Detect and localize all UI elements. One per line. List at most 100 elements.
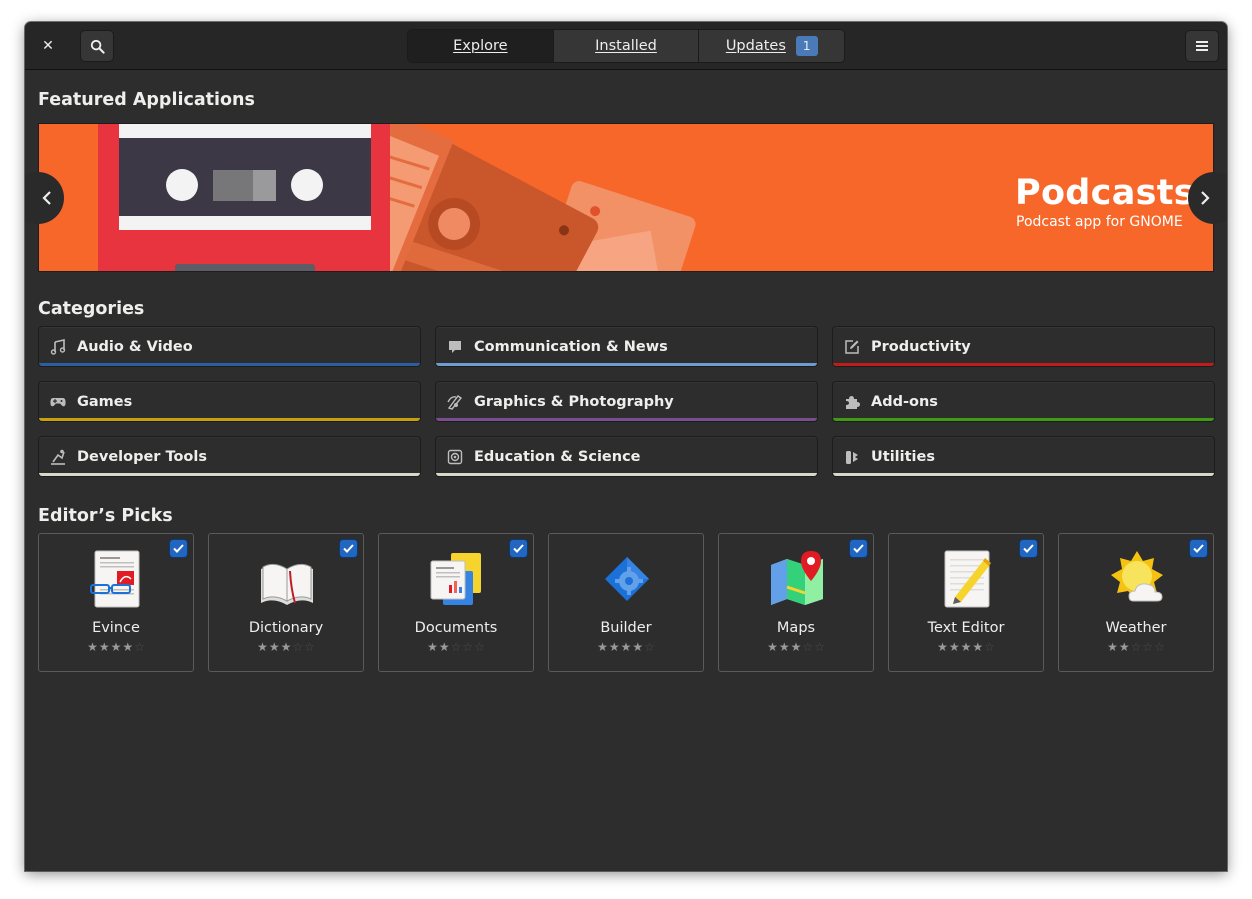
category-color-bar: [39, 363, 420, 366]
app-name: Dictionary: [248, 620, 324, 636]
software-window: ✕ Explore Installed Updates 1 Featured A…: [25, 22, 1227, 871]
category-education-science[interactable]: Education & Science: [435, 436, 818, 477]
app-name: Weather: [1105, 620, 1167, 636]
category-label: Audio & Video: [77, 338, 193, 355]
category-label: Add-ons: [871, 393, 938, 410]
star-filled-icon: ★: [937, 640, 948, 654]
education-icon: [446, 448, 464, 466]
close-button[interactable]: ✕: [31, 30, 65, 62]
star-filled-icon: ★: [1107, 640, 1118, 654]
app-tile-dictionary[interactable]: Dictionary ★ ★ ★ ☆ ☆: [208, 533, 364, 672]
rating-stars: ★ ★ ★ ★ ☆: [889, 640, 1043, 654]
dictionary-icon: [261, 563, 313, 605]
weather-icon: [1111, 551, 1163, 602]
star-filled-icon: ★: [767, 640, 778, 654]
category-color-bar: [436, 363, 817, 366]
tab-updates-label: Updates: [725, 38, 786, 54]
category-color-bar: [39, 473, 420, 476]
main-menu-button[interactable]: [1185, 30, 1219, 62]
star-filled-icon: ★: [110, 640, 122, 654]
star-filled-icon: ★: [87, 640, 98, 654]
app-tile-weather[interactable]: Weather ★ ★ ☆ ☆ ☆: [1058, 533, 1214, 672]
star-filled-icon: ★: [427, 640, 438, 654]
star-filled-icon: ★: [268, 640, 280, 654]
category-color-bar: [39, 418, 420, 421]
category-color-bar: [833, 418, 1214, 421]
category-productivity[interactable]: Productivity: [832, 326, 1215, 367]
star-empty-icon: ☆: [1154, 640, 1165, 654]
featured-banner[interactable]: Podcasts Podcast app for GNOME: [38, 123, 1214, 272]
star-filled-icon: ★: [790, 640, 802, 654]
category-add-ons[interactable]: Add-ons: [832, 381, 1215, 422]
category-graphics-photography[interactable]: Graphics & Photography: [435, 381, 818, 422]
star-empty-icon: ☆: [134, 640, 145, 654]
checkmark-icon: [1193, 544, 1204, 553]
hamburger-menu-icon: [1196, 41, 1208, 51]
palette-icon: [446, 393, 464, 411]
category-label: Developer Tools: [77, 448, 207, 465]
installed-checkbox: [1190, 540, 1207, 557]
category-label: Communication & News: [474, 338, 668, 355]
star-empty-icon: ☆: [644, 640, 655, 654]
star-empty-icon: ☆: [450, 640, 462, 654]
category-communication-news[interactable]: Communication & News: [435, 326, 818, 367]
checkmark-icon: [853, 544, 864, 553]
category-developer-tools[interactable]: Developer Tools: [38, 436, 421, 477]
installed-checkbox: [850, 540, 867, 557]
rating-stars: ★ ★ ☆ ☆ ☆: [379, 640, 533, 654]
rating-stars: ★ ★ ☆ ☆ ☆: [1059, 640, 1213, 654]
category-games[interactable]: Games: [38, 381, 421, 422]
rating-stars: ★ ★ ★ ★ ☆: [39, 640, 193, 654]
star-filled-icon: ★: [98, 640, 110, 654]
tab-updates[interactable]: Updates 1: [699, 30, 844, 62]
maps-icon: [771, 551, 823, 605]
star-filled-icon: ★: [608, 640, 620, 654]
categories-section-title: Categories: [38, 299, 145, 319]
chat-bubble-icon: [446, 338, 464, 356]
app-tile-evince[interactable]: Evince ★ ★ ★ ★ ☆: [38, 533, 194, 672]
puzzle-piece-icon: [843, 393, 861, 411]
star-filled-icon: ★: [972, 640, 984, 654]
close-icon: ✕: [42, 38, 54, 54]
checkmark-icon: [1023, 544, 1034, 553]
app-tile-maps[interactable]: Maps ★ ★ ★ ☆ ☆: [718, 533, 874, 672]
category-utilities[interactable]: Utilities: [832, 436, 1215, 477]
category-label: Education & Science: [474, 448, 641, 465]
app-name: Evince: [92, 620, 140, 636]
search-button[interactable]: [80, 30, 114, 62]
rating-stars: ★ ★ ★ ☆ ☆: [719, 640, 873, 654]
checkmark-icon: [343, 544, 354, 553]
installed-checkbox: [510, 540, 527, 557]
tab-installed-label: Installed: [595, 38, 657, 54]
star-empty-icon: ☆: [474, 640, 485, 654]
star-empty-icon: ☆: [984, 640, 995, 654]
star-empty-icon: ☆: [304, 640, 315, 654]
app-tile-text-editor[interactable]: Text Editor ★ ★ ★ ★ ☆: [888, 533, 1044, 672]
star-filled-icon: ★: [632, 640, 644, 654]
builder-icon: [605, 557, 649, 601]
app-name: Text Editor: [927, 620, 1005, 636]
updates-count-badge: 1: [795, 36, 818, 56]
star-filled-icon: ★: [438, 640, 450, 654]
category-label: Games: [77, 393, 133, 410]
category-label: Utilities: [871, 448, 935, 465]
app-tile-builder[interactable]: Builder ★ ★ ★ ★ ☆: [548, 533, 704, 672]
featured-app-subtitle: Podcast app for GNOME: [1016, 214, 1183, 230]
category-audio-video[interactable]: Audio & Video: [38, 326, 421, 367]
star-empty-icon: ☆: [292, 640, 304, 654]
header-bar: ✕ Explore Installed Updates 1: [25, 22, 1227, 70]
app-name: Builder: [600, 620, 652, 636]
chevron-right-icon: [1201, 191, 1210, 205]
star-filled-icon: ★: [778, 640, 790, 654]
star-empty-icon: ☆: [1130, 640, 1142, 654]
star-empty-icon: ☆: [802, 640, 814, 654]
utilities-icon: [843, 448, 861, 466]
star-filled-icon: ★: [122, 640, 134, 654]
featured-app-title: Podcasts: [1015, 173, 1195, 213]
category-label: Graphics & Photography: [474, 393, 674, 410]
installed-checkbox: [1020, 540, 1037, 557]
star-filled-icon: ★: [280, 640, 292, 654]
tab-installed[interactable]: Installed: [553, 30, 700, 62]
tab-explore[interactable]: Explore: [408, 30, 554, 62]
app-tile-documents[interactable]: Documents ★ ★ ☆ ☆ ☆: [378, 533, 534, 672]
